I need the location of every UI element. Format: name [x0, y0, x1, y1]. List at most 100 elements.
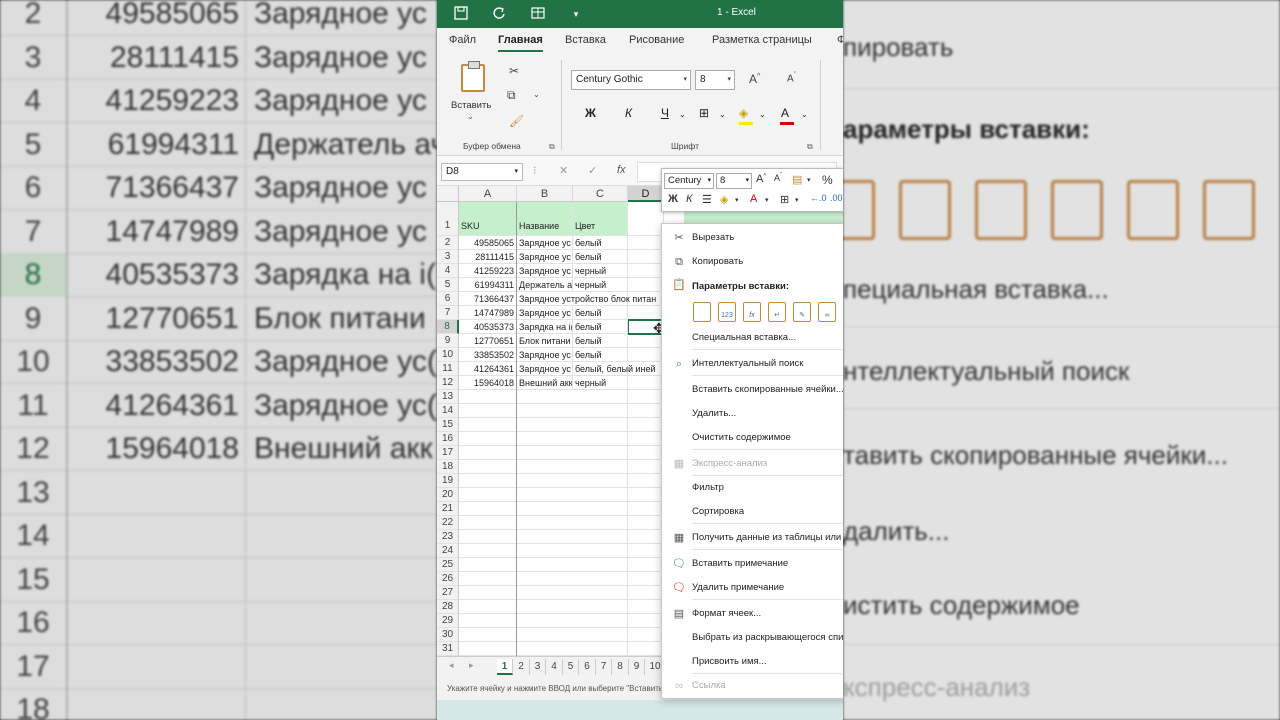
- sku-cell[interactable]: [459, 642, 517, 656]
- menu-item-clear-contents[interactable]: Очистить содержимое: [692, 432, 791, 443]
- name-cell[interactable]: Блок питани: [517, 334, 573, 348]
- name-cell[interactable]: [517, 642, 573, 656]
- row-number[interactable]: 18: [437, 460, 459, 474]
- row-number[interactable]: 11: [437, 362, 459, 376]
- cell-d[interactable]: [628, 460, 664, 474]
- menu-item-smart-lookup[interactable]: Интеллектуальный поиск: [692, 358, 803, 369]
- name-cell[interactable]: [517, 474, 573, 488]
- color-cell[interactable]: [573, 516, 628, 530]
- color-cell[interactable]: [573, 488, 628, 502]
- sku-cell[interactable]: [459, 516, 517, 530]
- font-grow-icon[interactable]: A^: [756, 173, 766, 185]
- cell-d[interactable]: [628, 446, 664, 460]
- sku-cell[interactable]: [459, 530, 517, 544]
- name-cell[interactable]: [517, 614, 573, 628]
- cell-d[interactable]: [628, 600, 664, 614]
- color-cell[interactable]: белый: [573, 348, 628, 362]
- sku-cell[interactable]: [459, 446, 517, 460]
- sku-cell[interactable]: 41259223: [459, 264, 517, 278]
- sheet-tab-4[interactable]: 4: [547, 659, 563, 675]
- sku-cell[interactable]: [459, 418, 517, 432]
- tab-page-layout[interactable]: Разметка страницы: [712, 34, 812, 46]
- name-cell[interactable]: [517, 516, 573, 530]
- chevron-down-icon[interactable]: ⌄: [759, 110, 766, 119]
- sku-cell[interactable]: 61994311: [459, 278, 517, 292]
- color-cell[interactable]: [573, 390, 628, 404]
- color-cell[interactable]: белый, белый иней: [573, 362, 656, 376]
- cell-d[interactable]: [628, 488, 664, 502]
- sku-cell[interactable]: [459, 432, 517, 446]
- dialog-launcher-icon[interactable]: ⧉: [807, 142, 813, 152]
- name-cell[interactable]: Внешний акк: [517, 376, 573, 390]
- row-number[interactable]: 7: [437, 306, 459, 320]
- align-center-icon[interactable]: ☰: [702, 193, 712, 206]
- color-cell[interactable]: [573, 460, 628, 474]
- row-number[interactable]: 29: [437, 614, 459, 628]
- color-cell[interactable]: [573, 530, 628, 544]
- sku-cell[interactable]: [459, 600, 517, 614]
- row-number[interactable]: 25: [437, 558, 459, 572]
- name-cell[interactable]: Зарядное ус: [517, 348, 573, 362]
- copy-icon[interactable]: ⧉: [507, 88, 516, 103]
- row-number[interactable]: 14: [437, 404, 459, 418]
- sku-cell[interactable]: [459, 572, 517, 586]
- fill-color-icon[interactable]: ◈: [720, 193, 728, 206]
- color-cell[interactable]: [573, 600, 628, 614]
- row-number[interactable]: 2: [437, 236, 459, 250]
- row-number[interactable]: 16: [437, 432, 459, 446]
- row-number[interactable]: 13: [437, 390, 459, 404]
- color-cell[interactable]: [573, 572, 628, 586]
- color-cell[interactable]: [573, 642, 628, 656]
- sku-cell[interactable]: [459, 544, 517, 558]
- cell-d[interactable]: [628, 586, 664, 600]
- sku-cell[interactable]: 15964018: [459, 376, 517, 390]
- cell-d[interactable]: [628, 390, 664, 404]
- name-cell[interactable]: [517, 600, 573, 614]
- color-cell[interactable]: белый: [573, 250, 628, 264]
- color-cell[interactable]: [573, 446, 628, 460]
- color-cell[interactable]: [573, 628, 628, 642]
- cell-d[interactable]: [628, 572, 664, 586]
- tab-insert[interactable]: Вставка: [565, 34, 606, 46]
- cell-d[interactable]: [628, 614, 664, 628]
- enter-icon[interactable]: ✓: [588, 164, 597, 177]
- name-cell[interactable]: [517, 502, 573, 516]
- sku-cell[interactable]: [459, 614, 517, 628]
- name-cell[interactable]: [517, 446, 573, 460]
- sheet-tab-7[interactable]: 7: [596, 659, 612, 675]
- color-cell[interactable]: [573, 502, 628, 516]
- cell-d[interactable]: [628, 250, 664, 264]
- color-cell[interactable]: [573, 418, 628, 432]
- row-number[interactable]: 9: [437, 334, 459, 348]
- cell-d[interactable]: [628, 376, 664, 390]
- sku-cell[interactable]: [459, 586, 517, 600]
- header-cell-sku[interactable]: SKU: [459, 202, 517, 236]
- menu-item-filter[interactable]: Фильтр: [692, 482, 724, 493]
- name-cell[interactable]: [517, 488, 573, 502]
- menu-item-pick-from-list[interactable]: Выбрать из раскрывающегося списка...: [692, 632, 843, 643]
- chevron-down-icon[interactable]: ▾: [807, 176, 811, 184]
- cell-d[interactable]: [628, 642, 664, 656]
- sku-cell[interactable]: 14747989: [459, 306, 517, 320]
- menu-item-delete[interactable]: Удалить...: [692, 408, 736, 419]
- mini-size-select[interactable]: 8 ▾: [716, 173, 752, 189]
- chevron-down-icon[interactable]: ⌄: [719, 110, 726, 119]
- sku-cell[interactable]: 41264361: [459, 362, 517, 376]
- tab-formulas[interactable]: Ф: [837, 34, 843, 46]
- sheet-tab-5[interactable]: 5: [563, 659, 579, 675]
- menu-item-cut[interactable]: Вырезать: [692, 232, 734, 243]
- decrease-decimal-icon[interactable]: ←.0: [810, 193, 827, 203]
- row-number[interactable]: 1: [437, 202, 459, 236]
- name-cell[interactable]: [517, 572, 573, 586]
- color-cell[interactable]: [573, 614, 628, 628]
- next-sheet-icon[interactable]: ▸: [469, 660, 474, 671]
- cell-d[interactable]: [628, 516, 664, 530]
- cut-icon[interactable]: ✂: [509, 64, 519, 78]
- sheet-tab-8[interactable]: 8: [613, 659, 629, 675]
- cell-d[interactable]: [628, 628, 664, 642]
- sku-cell[interactable]: [459, 390, 517, 404]
- color-cell[interactable]: белый: [573, 306, 628, 320]
- sku-cell[interactable]: 33853502: [459, 348, 517, 362]
- chevron-down-icon[interactable]: ▾: [765, 196, 769, 204]
- name-cell[interactable]: [517, 628, 573, 642]
